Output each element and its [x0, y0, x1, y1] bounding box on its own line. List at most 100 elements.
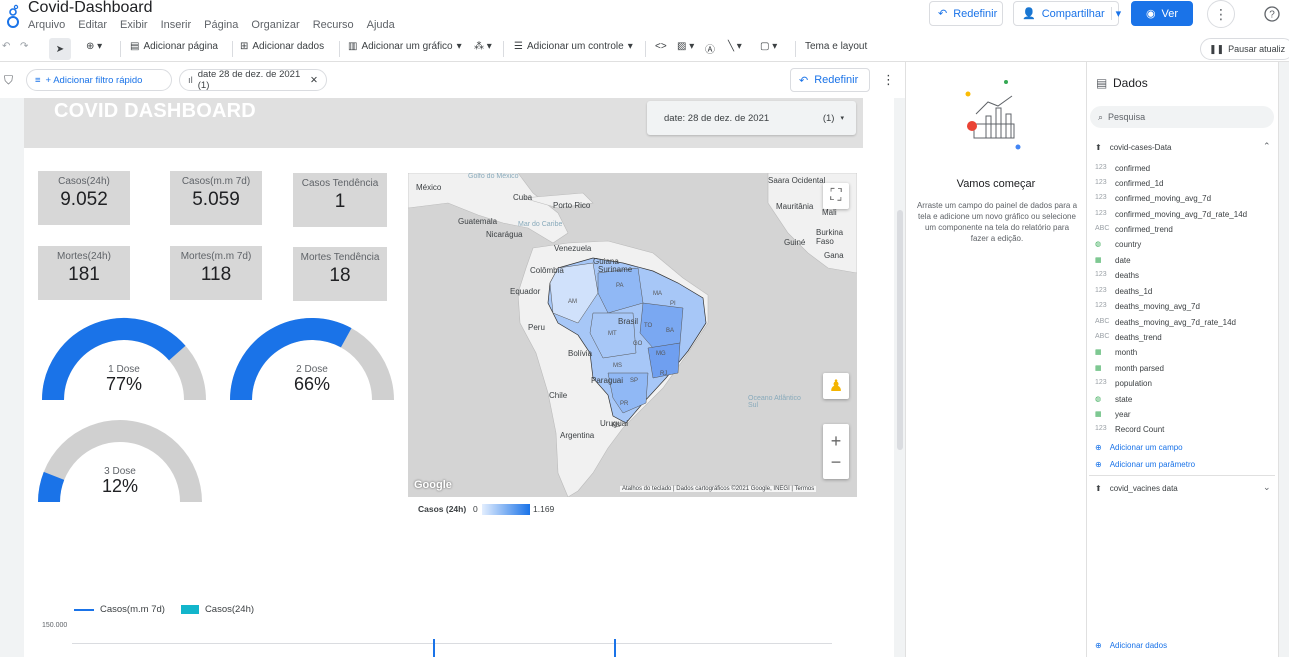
undo-arrow-icon: ↶: [799, 74, 809, 87]
chart-gridline: [72, 643, 832, 644]
search-icon: ⌕: [1098, 111, 1104, 122]
field-item[interactable]: ABC confirmed_trend: [1095, 225, 1173, 234]
kpi-casos-mm7d[interactable]: Casos(m.m 7d) 5.059: [170, 171, 262, 225]
menu-editar[interactable]: Editar: [78, 19, 107, 31]
date-control-value: 28 de dez. de 2021: [687, 112, 770, 124]
kpi-mortes-24h[interactable]: Mortes(24h) 181: [38, 246, 130, 300]
add-page-button[interactable]: ▤ Adicionar página: [130, 41, 218, 52]
reset-button[interactable]: ↶ Redefinir: [929, 1, 1003, 26]
add-data-button[interactable]: ⊞ Adicionar dados: [240, 41, 324, 52]
google-logo: Google: [414, 479, 452, 491]
map-label: Guiné: [784, 238, 806, 247]
menu-inserir[interactable]: Inserir: [161, 19, 192, 31]
field-item[interactable]: ◍ state: [1095, 395, 1132, 404]
state-label: PR: [620, 401, 629, 407]
pause-updates-button[interactable]: ❚❚ Pausar atualiz: [1200, 38, 1289, 60]
state-label: TO: [644, 323, 653, 329]
filter-bar: ⛉ ≡ + Adicionar filtro rápido ıl date 28…: [0, 62, 905, 98]
field-item[interactable]: 123 deaths_moving_avg_7d: [1095, 302, 1200, 311]
add-field-button[interactable]: ⊕ Adicionar um campo: [1095, 443, 1183, 452]
add-chart-button[interactable]: ▥ Adicionar um gráfico ▾: [348, 41, 462, 52]
date-range-control[interactable]: date: 28 de dez. de 2021 (1) ▾: [647, 101, 856, 135]
help-icon[interactable]: ?: [1258, 0, 1286, 28]
share-button[interactable]: 👤 Compartilhar ▾: [1013, 1, 1121, 26]
text-box-icon[interactable]: Ⓐ: [705, 41, 715, 56]
map-label: Cuba: [513, 193, 533, 202]
field-item[interactable]: ◍ country: [1095, 240, 1141, 249]
zoom-in-icon[interactable]: +: [831, 431, 842, 452]
menu-pagina[interactable]: Página: [204, 19, 238, 31]
filter-icon[interactable]: ⛉: [4, 73, 13, 88]
canvas-scrollbar[interactable]: [897, 210, 903, 450]
field-item[interactable]: 123 deaths_1d: [1095, 287, 1152, 296]
field-item[interactable]: 123 Record Count: [1095, 425, 1164, 434]
add-control-button[interactable]: ☰ Adicionar um controle ▾: [514, 41, 633, 52]
menu-arquivo[interactable]: Arquivo: [28, 19, 65, 31]
menu-organizar[interactable]: Organizar: [251, 19, 299, 31]
document-title[interactable]: Covid-Dashboard: [28, 0, 153, 17]
field-item[interactable]: 123 confirmed_moving_avg_7d: [1095, 194, 1211, 203]
close-icon[interactable]: ✕: [310, 75, 318, 86]
field-item[interactable]: 123 population: [1095, 379, 1152, 388]
more-vert-icon[interactable]: ⋮: [882, 72, 895, 88]
street-view-pegman-icon[interactable]: ♟: [823, 373, 849, 399]
fullscreen-icon[interactable]: ⛶: [823, 183, 849, 209]
field-item[interactable]: ABC deaths_moving_avg_7d_rate_14d: [1095, 318, 1236, 327]
data-source-covid-cases[interactable]: ⬆ covid-cases-Data: [1095, 143, 1172, 152]
zoom-out-icon[interactable]: −: [831, 452, 842, 473]
y-axis-tick: 150.000: [42, 622, 68, 629]
shape-icon[interactable]: ▢ ▾: [760, 41, 777, 52]
field-search-input[interactable]: ⌕ Pesquisa: [1090, 106, 1274, 128]
select-cursor-icon[interactable]: ➤: [49, 38, 71, 60]
gauge-dose-3[interactable]: 3 Dose 12%: [34, 416, 206, 506]
zoom-icon[interactable]: ⊕ ▾: [86, 41, 102, 52]
field-item[interactable]: 123 confirmed_1d: [1095, 179, 1163, 188]
theme-layout-button[interactable]: Tema e layout: [805, 41, 867, 52]
collapse-chevron-icon[interactable]: ⌃: [1263, 141, 1271, 152]
date-filter-chip[interactable]: ıl date 28 de dez. de 2021 (1) ✕: [179, 69, 327, 91]
geo-map-chart[interactable]: México Cuba Porto Rico Guatemala Nicarág…: [408, 173, 857, 497]
kpi-casos-tendencia[interactable]: Casos Tendência 1: [293, 173, 387, 227]
state-label: BA: [666, 328, 675, 334]
field-item[interactable]: 123 confirmed: [1095, 164, 1150, 173]
filter-reset-button[interactable]: ↶ Redefinir: [790, 68, 870, 92]
field-item[interactable]: ▦ month parsed: [1095, 364, 1164, 373]
add-parameter-button[interactable]: ⊕ Adicionar um parâmetro: [1095, 460, 1195, 469]
field-item[interactable]: ▦ year: [1095, 410, 1131, 419]
control-sliders-icon: ☰: [514, 41, 523, 52]
add-quick-filter-button[interactable]: ≡ + Adicionar filtro rápido: [26, 69, 172, 91]
field-item[interactable]: 123 confirmed_moving_avg_7d_rate_14d: [1095, 210, 1247, 219]
map-label: Saara Ocidental: [768, 176, 826, 185]
field-item[interactable]: 123 deaths: [1095, 271, 1139, 280]
expand-chevron-icon[interactable]: ⌄: [1263, 482, 1271, 493]
data-panel: ▤ Dados ⌕ Pesquisa ⬆ covid-cases-Data ⌃ 1…: [1086, 62, 1278, 657]
embed-code-icon[interactable]: <>: [655, 41, 667, 52]
menu-ajuda[interactable]: Ajuda: [367, 19, 395, 31]
looker-studio-logo-icon[interactable]: [4, 4, 22, 30]
menu-recurso[interactable]: Recurso: [313, 19, 354, 31]
kpi-mortes-mm7d[interactable]: Mortes(m.m 7d) 118: [170, 246, 262, 300]
community-viz-icon[interactable]: ⁂ ▾: [474, 41, 492, 52]
add-data-link[interactable]: ⊕ Adicionar dados: [1095, 641, 1167, 650]
properties-panel: Vamos começar Arraste um campo do painel…: [905, 62, 1085, 657]
line-icon[interactable]: ╲ ▾: [728, 41, 742, 52]
map-label: Nicarágua: [486, 230, 523, 239]
state-label: MT: [608, 331, 617, 337]
data-source-covid-vacines[interactable]: ⬆ covid_vacines data: [1095, 484, 1178, 493]
redo-icon[interactable]: ↷: [20, 41, 28, 52]
gauge-dose-2[interactable]: 2 Dose 66%: [226, 314, 398, 404]
field-item[interactable]: ▦ month: [1095, 348, 1137, 357]
image-icon[interactable]: ▨ ▾: [677, 41, 694, 52]
kpi-casos-24h[interactable]: Casos(24h) 9.052: [38, 171, 130, 225]
field-item[interactable]: ABC deaths_trend: [1095, 333, 1162, 342]
field-item[interactable]: ▦ date: [1095, 256, 1131, 265]
undo-icon[interactable]: ↶: [2, 41, 10, 52]
gauge-dose-1[interactable]: 1 Dose 77%: [38, 314, 210, 404]
kpi-mortes-tendencia[interactable]: Mortes Tendência 18: [293, 247, 387, 301]
get-started-text: Arraste um campo do painel de dados para…: [916, 201, 1078, 243]
more-options-icon[interactable]: ⋮: [1207, 0, 1235, 28]
dropdown-arrow-icon[interactable]: ▾: [1110, 7, 1121, 20]
view-button[interactable]: ◉ Ver: [1131, 1, 1193, 26]
menu-exibir[interactable]: Exibir: [120, 19, 148, 31]
map-attribution: Atalhos do teclado | Dados cartográficos…: [620, 486, 817, 492]
